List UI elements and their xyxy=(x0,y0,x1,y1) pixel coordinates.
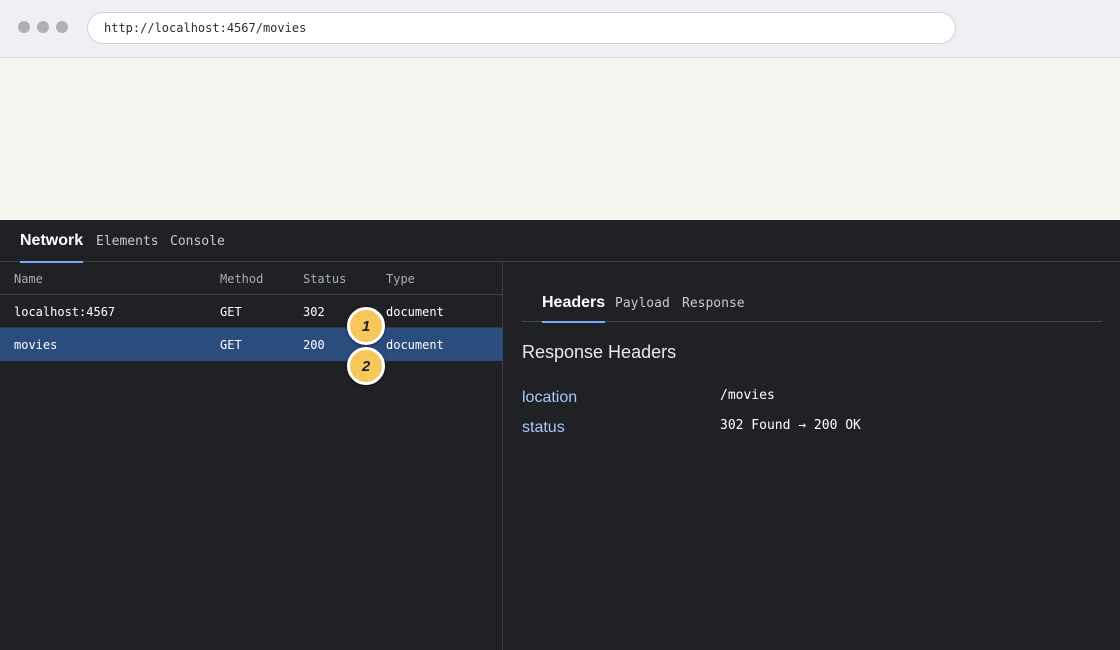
request-name: localhost:4567 xyxy=(14,304,116,319)
tab-response[interactable]: Response xyxy=(682,284,745,322)
tab-console[interactable]: Console xyxy=(170,220,225,262)
header-value-location: /movies xyxy=(720,388,775,403)
table-row[interactable]: localhost:4567 GET 302 document xyxy=(0,295,503,328)
column-header-status[interactable]: Status xyxy=(303,262,346,295)
step-marker-1: 1 xyxy=(347,307,385,345)
column-header-method[interactable]: Method xyxy=(220,262,263,295)
tab-elements[interactable]: Elements xyxy=(96,220,159,262)
request-type: document xyxy=(386,337,444,352)
header-value-status: 302 Found → 200 OK xyxy=(720,418,861,433)
request-type: document xyxy=(386,304,444,319)
close-window-dot[interactable] xyxy=(18,21,30,33)
request-status: 302 xyxy=(303,304,325,319)
column-header-type[interactable]: Type xyxy=(386,262,415,295)
devtools-tab-bar: Network Elements Console xyxy=(0,220,1120,263)
address-bar-url: http://localhost:4567/movies xyxy=(104,21,307,35)
request-name: movies xyxy=(14,337,58,352)
network-request-list: Name Method Status Type localhost:4567 G… xyxy=(0,262,503,650)
request-status: 200 xyxy=(303,337,325,352)
request-detail-pane: Headers Payload Response Response Header… xyxy=(504,262,1120,650)
maximize-window-dot[interactable] xyxy=(56,21,68,33)
detail-tab-bar: Headers Payload Response xyxy=(522,284,1102,323)
minimize-window-dot[interactable] xyxy=(37,21,49,33)
request-method: GET xyxy=(220,337,242,352)
browser-toolbar: http://localhost:4567/movies xyxy=(0,0,1120,58)
page-viewport xyxy=(0,58,1120,220)
tab-payload[interactable]: Payload xyxy=(615,284,670,322)
address-bar[interactable]: http://localhost:4567/movies xyxy=(87,12,956,44)
table-row-selected[interactable]: movies GET 200 document xyxy=(0,328,503,361)
request-method: GET xyxy=(220,304,242,319)
network-table-header: Name Method Status Type xyxy=(0,262,503,295)
response-headers-title: Response Headers xyxy=(522,342,677,362)
header-key-status: status xyxy=(522,419,565,436)
header-key-location: location xyxy=(522,389,578,406)
devtools-panel: Network Elements Console Name Method Sta… xyxy=(0,220,1120,650)
column-header-name[interactable]: Name xyxy=(14,262,43,295)
tab-headers[interactable]: Headers xyxy=(542,284,606,323)
tab-network[interactable]: Network xyxy=(20,220,84,263)
step-marker-2: 2 xyxy=(347,347,385,385)
